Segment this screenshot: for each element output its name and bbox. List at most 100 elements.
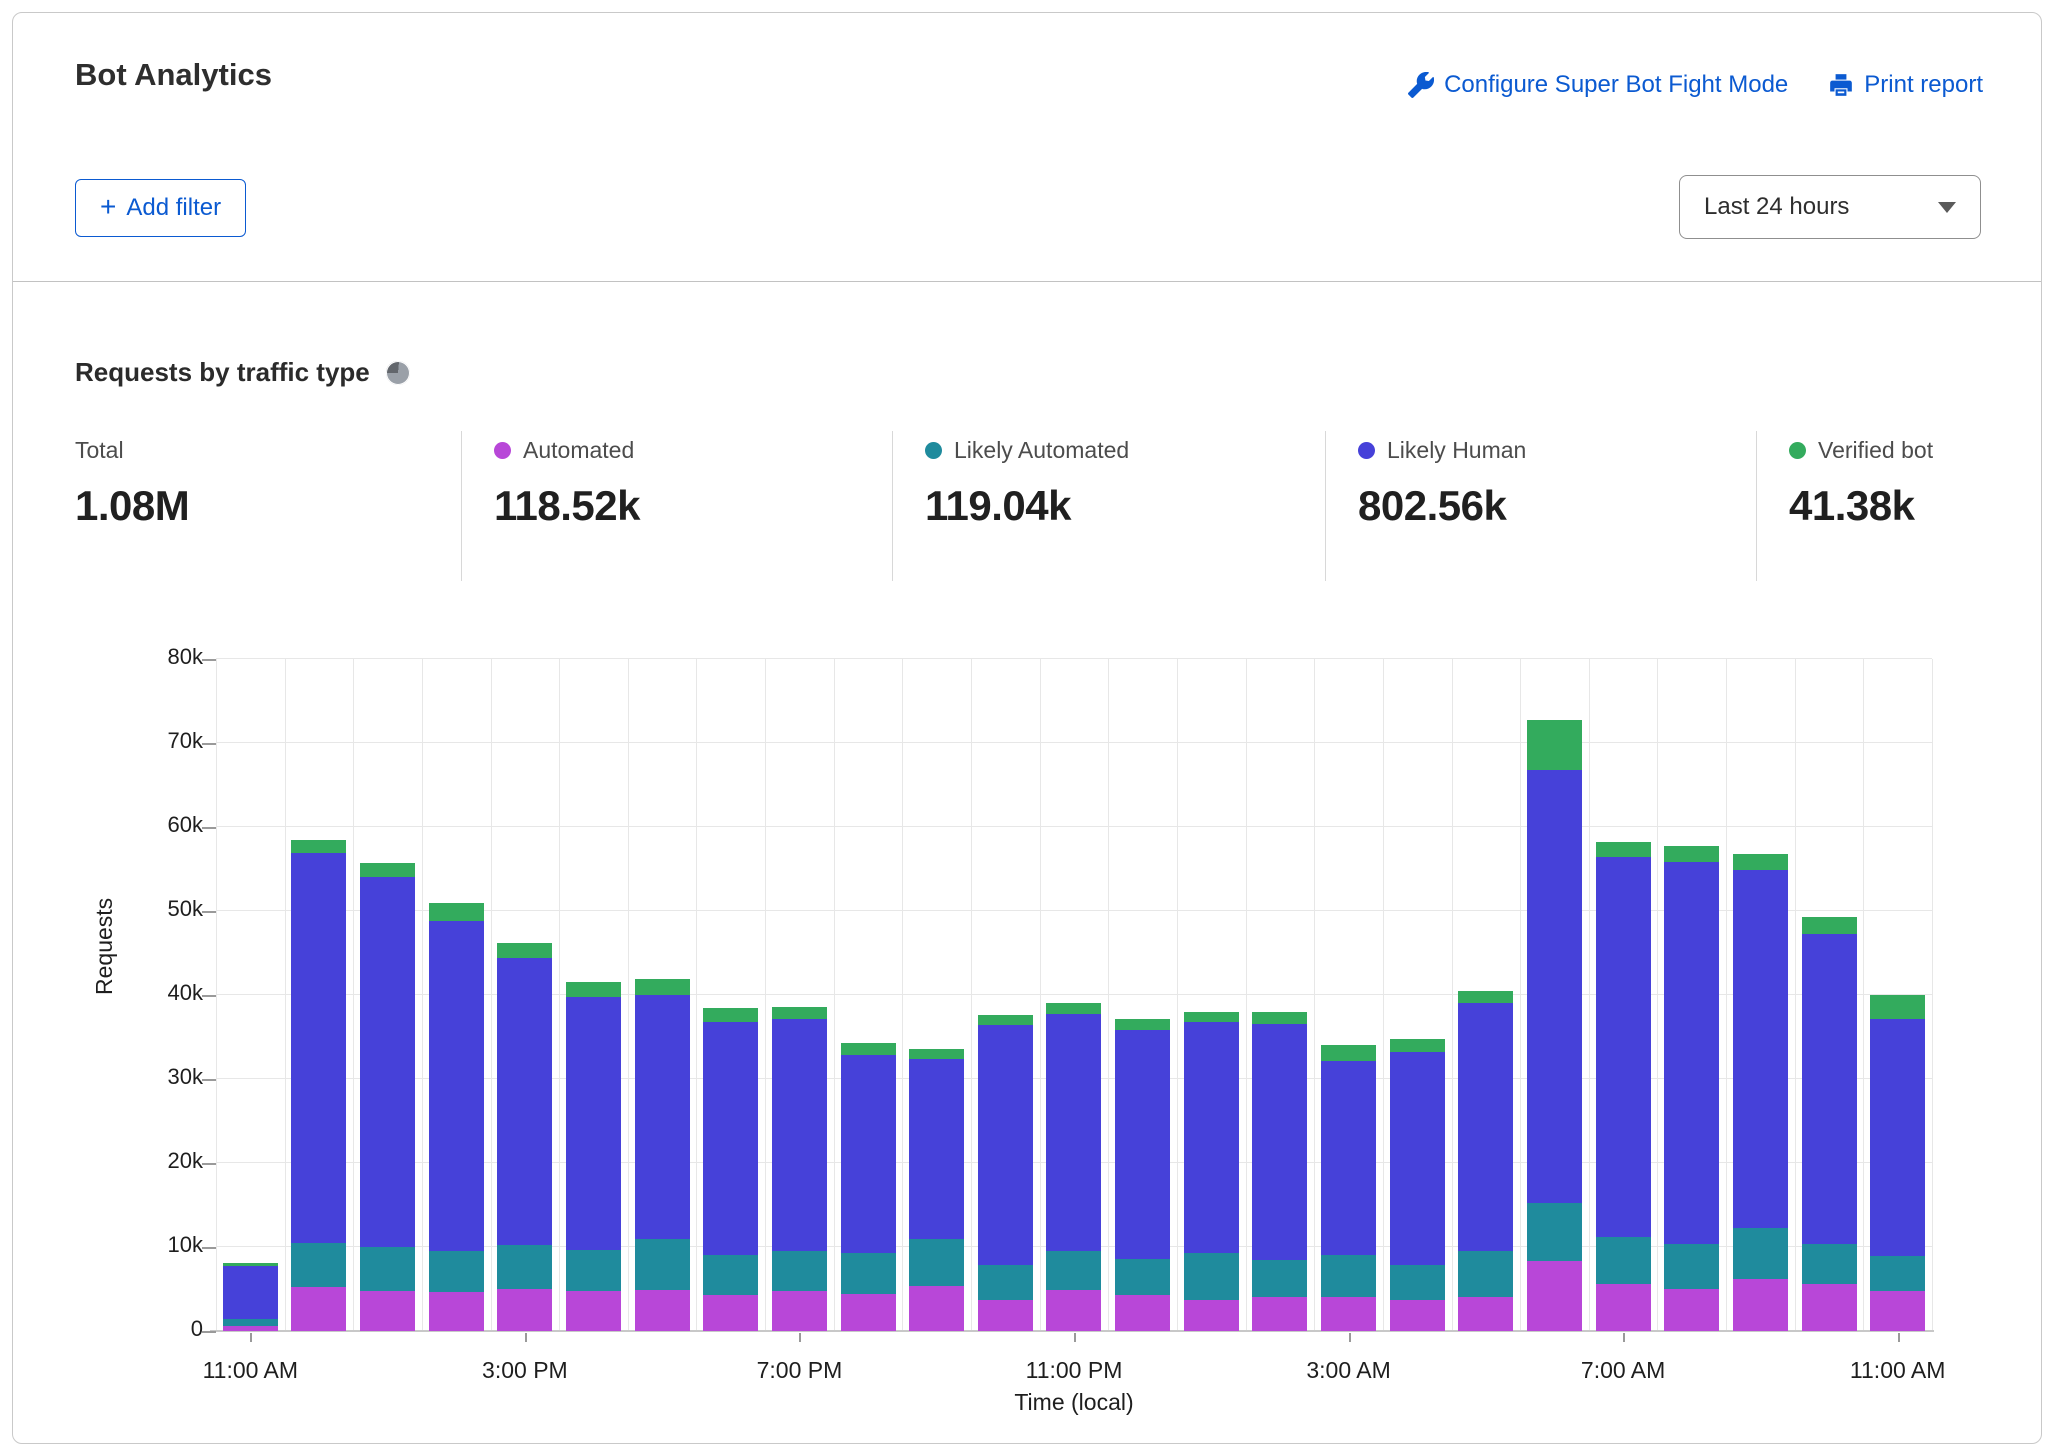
stacked-bar <box>1046 1003 1101 1331</box>
y-tick-mark <box>202 1331 216 1333</box>
bar-segment-automated <box>1252 1297 1307 1331</box>
y-tick-mark <box>202 827 216 829</box>
bar-slot <box>216 659 285 1331</box>
bar-segment-likely-human <box>1870 1019 1925 1257</box>
bar-slot <box>971 659 1040 1331</box>
stacked-bar <box>1664 846 1719 1331</box>
x-tick-label: 11:00 AM <box>203 1357 298 1384</box>
bar-segment-likely-human <box>360 877 415 1247</box>
x-tick-mark <box>1074 1333 1076 1342</box>
wrench-icon <box>1408 72 1434 98</box>
bar-segment-likely-human <box>566 997 621 1251</box>
bar-segment-likely-automated <box>1115 1259 1170 1295</box>
section-title-row: Requests by traffic type <box>75 357 410 388</box>
bar-slot <box>765 659 834 1331</box>
automated-legend-dot <box>494 442 511 459</box>
bar-segment-likely-automated <box>1802 1244 1857 1284</box>
y-tick-mark <box>202 1079 216 1081</box>
bar-segment-likely-automated <box>978 1265 1033 1300</box>
bar-segment-likely-automated <box>841 1253 896 1294</box>
stacked-bar <box>1870 995 1925 1331</box>
bar-segment-likely-automated <box>1252 1260 1307 1298</box>
bar-segment-verified-bot <box>1802 917 1857 934</box>
bar-slot <box>491 659 560 1331</box>
printer-icon <box>1828 72 1854 98</box>
bar-segment-verified-bot <box>772 1007 827 1020</box>
bar-segment-automated <box>1527 1261 1582 1331</box>
stat-verified-bot[interactable]: Verified bot 41.38k <box>1756 431 1933 581</box>
stat-likely-automated[interactable]: Likely Automated 119.04k <box>892 431 1325 581</box>
bar-slot <box>834 659 903 1331</box>
stacked-bar <box>1733 854 1788 1331</box>
bar-segment-verified-bot <box>1596 842 1651 857</box>
x-tick-label: 11:00 AM <box>1850 1357 1945 1384</box>
bar-segment-likely-human <box>1664 862 1719 1243</box>
verified-bot-legend-dot <box>1789 442 1806 459</box>
bar-segment-verified-bot <box>1046 1003 1101 1014</box>
y-tick-mark <box>202 995 216 997</box>
bar-segment-automated <box>635 1290 690 1331</box>
likely-human-legend-dot <box>1358 442 1375 459</box>
bar-slot <box>1657 659 1726 1331</box>
bar-slot <box>1177 659 1246 1331</box>
bar-segment-likely-human <box>978 1025 1033 1264</box>
bar-segment-likely-human <box>1802 934 1857 1244</box>
stat-likely-automated-value: 119.04k <box>925 482 1325 530</box>
stat-likely-human[interactable]: Likely Human 802.56k <box>1325 431 1756 581</box>
bar-segment-verified-bot <box>1115 1019 1170 1030</box>
stat-automated-value: 118.52k <box>494 482 892 530</box>
bar-segment-likely-human <box>772 1019 827 1251</box>
x-tick-mark <box>525 1333 527 1342</box>
pie-chart-icon <box>386 361 410 385</box>
stacked-bar <box>1115 1019 1170 1331</box>
x-tick-mark <box>1623 1333 1625 1342</box>
bar-segment-likely-human <box>909 1059 964 1239</box>
bar-segment-verified-bot <box>909 1049 964 1059</box>
bar-segment-likely-human <box>703 1022 758 1256</box>
y-tick-label: 20k <box>168 1148 203 1174</box>
print-report-link[interactable]: Print report <box>1828 71 1983 99</box>
bar-segment-likely-automated <box>566 1250 621 1290</box>
stat-total-label: Total <box>75 437 124 464</box>
bar-slot <box>422 659 491 1331</box>
bar-segment-automated <box>1321 1297 1376 1331</box>
bar-segment-verified-bot <box>1733 854 1788 870</box>
bar-segment-likely-automated <box>1664 1244 1719 1289</box>
bar-segment-verified-bot <box>360 863 415 877</box>
requests-by-traffic-type-chart: Requests 010k20k30k40k50k60k70k80k Time … <box>13 601 2041 1421</box>
time-range-dropdown[interactable]: Last 24 hours <box>1679 175 1981 239</box>
bar-segment-automated <box>497 1289 552 1331</box>
bar-segment-likely-human <box>1046 1014 1101 1252</box>
configure-super-bot-fight-mode-link[interactable]: Configure Super Bot Fight Mode <box>1408 71 1788 99</box>
y-tick-label: 50k <box>168 896 203 922</box>
stacked-bar <box>223 1263 278 1331</box>
bar-segment-automated <box>772 1291 827 1331</box>
y-tick-label: 30k <box>168 1064 203 1090</box>
bar-segment-automated <box>1390 1300 1445 1331</box>
page-title: Bot Analytics <box>75 57 272 93</box>
stacked-bar <box>841 1043 896 1331</box>
bar-segment-verified-bot <box>978 1015 1033 1025</box>
bar-slot <box>902 659 971 1331</box>
bar-segment-verified-bot <box>1527 720 1582 770</box>
add-filter-label: Add filter <box>126 194 221 222</box>
stat-automated[interactable]: Automated 118.52k <box>461 431 892 581</box>
bar-segment-automated <box>291 1287 346 1331</box>
configure-link-label: Configure Super Bot Fight Mode <box>1444 71 1788 99</box>
stat-verified-bot-value: 41.38k <box>1789 482 1933 530</box>
y-tick-label: 0 <box>191 1316 203 1342</box>
bar-segment-automated <box>566 1291 621 1331</box>
print-link-label: Print report <box>1864 71 1983 99</box>
add-filter-button[interactable]: + Add filter <box>75 179 246 237</box>
bar-segment-automated <box>1458 1297 1513 1331</box>
bar-segment-likely-human <box>1115 1030 1170 1258</box>
bar-segment-verified-bot <box>841 1043 896 1055</box>
bar-segment-automated <box>1596 1284 1651 1331</box>
stacked-bar <box>1527 720 1582 1332</box>
bar-segment-likely-human <box>291 853 346 1243</box>
x-axis-title: Time (local) <box>216 1389 1932 1416</box>
stacked-bar <box>978 1015 1033 1331</box>
stacked-bar <box>497 943 552 1331</box>
stacked-bar <box>703 1008 758 1331</box>
section-title: Requests by traffic type <box>75 357 370 388</box>
